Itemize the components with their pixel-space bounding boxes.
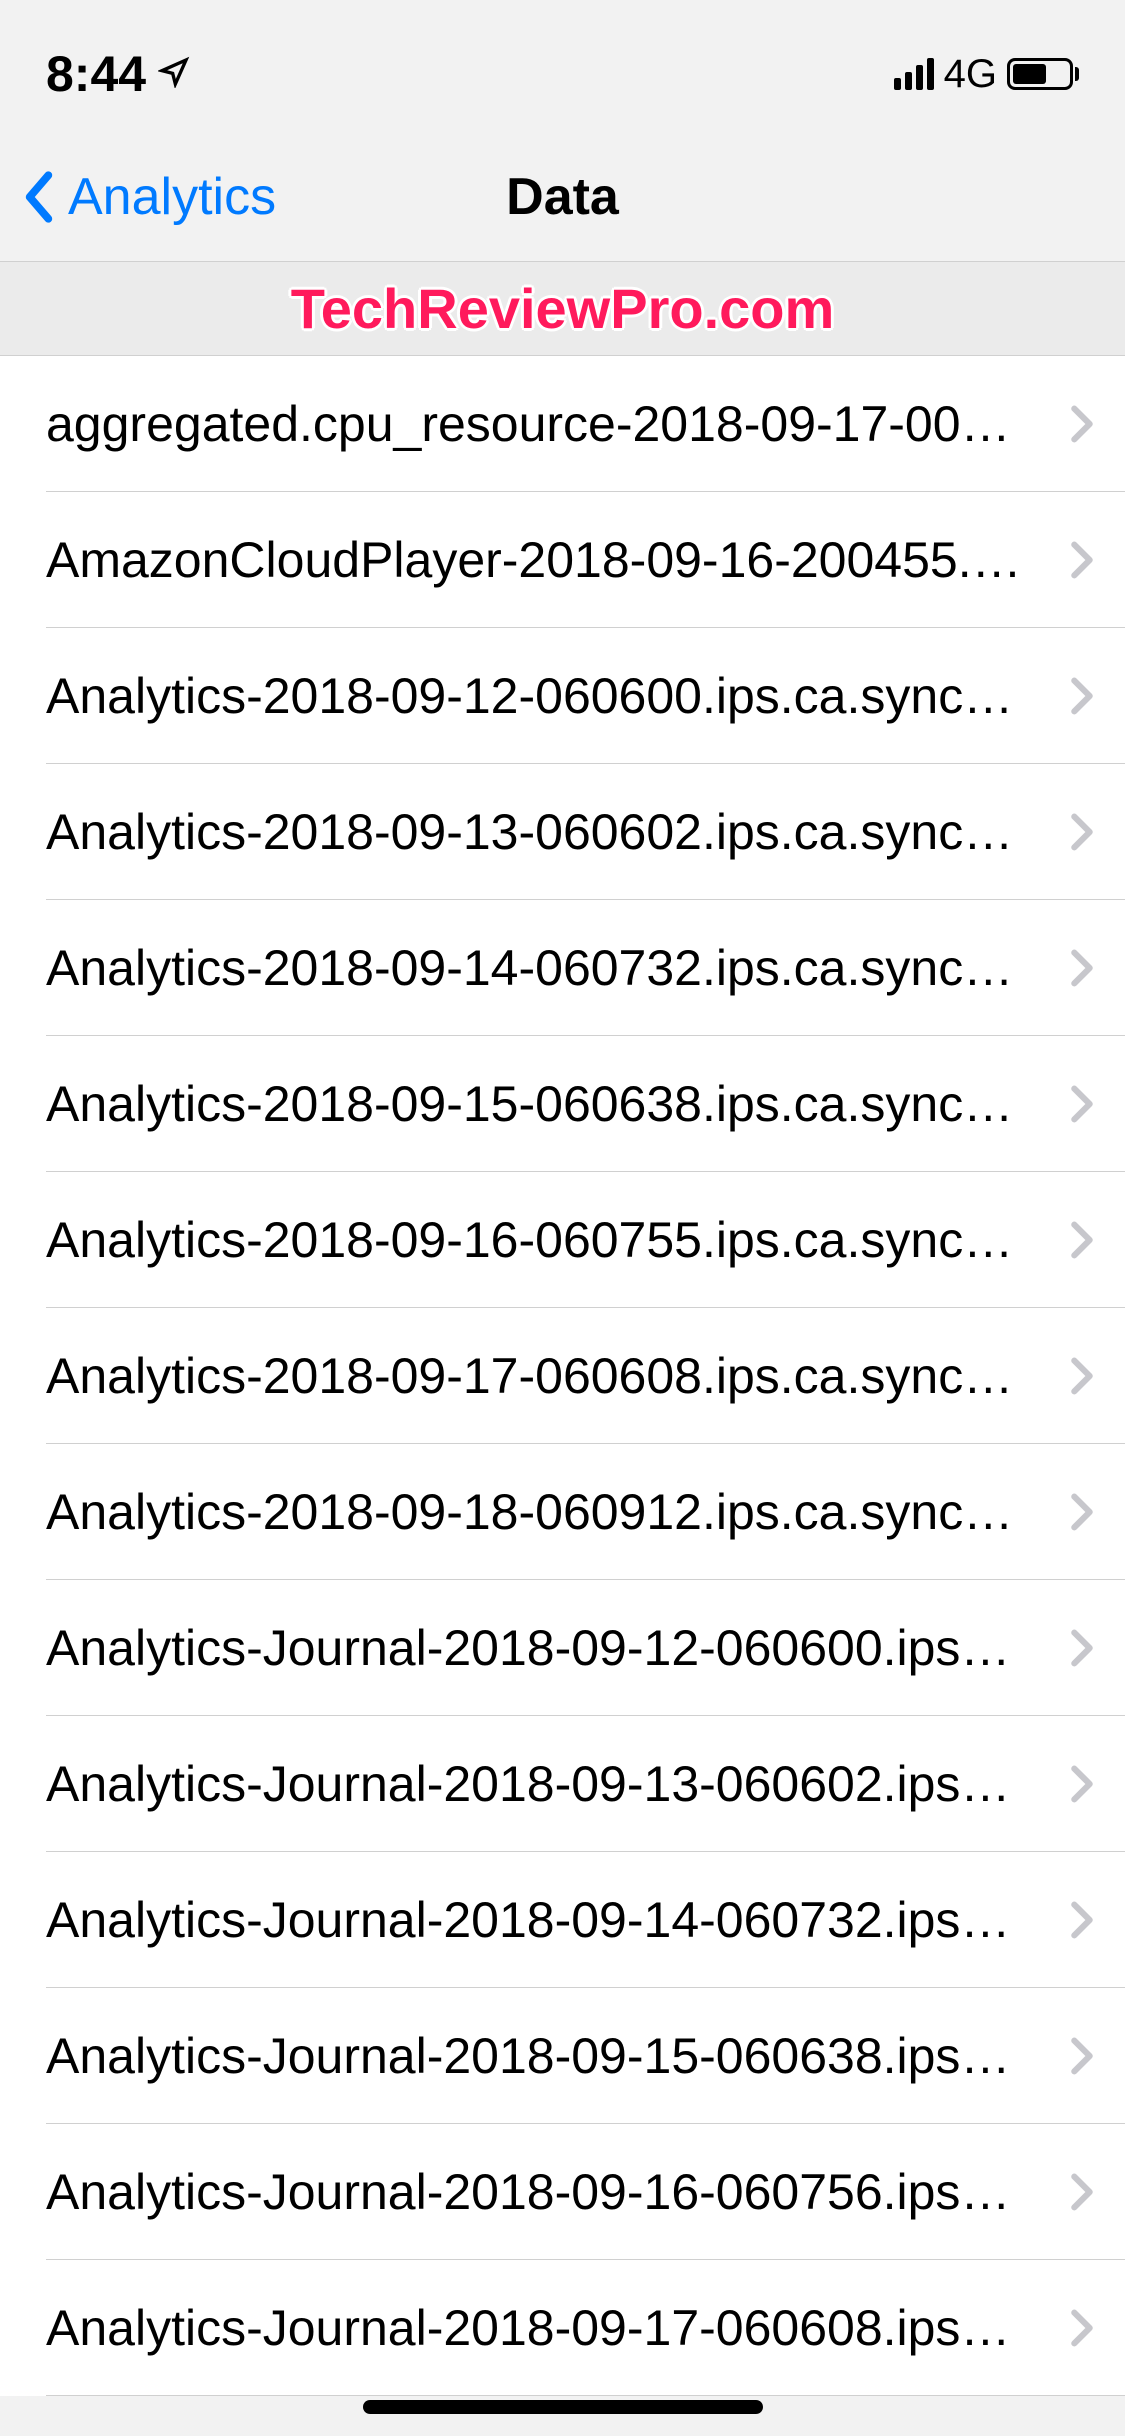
home-indicator[interactable]: [363, 2400, 763, 2414]
chevron-right-icon: [1069, 404, 1095, 444]
list-item-label: Analytics-2018-09-16-060755.ips.ca.sync…: [46, 1211, 1049, 1269]
list-item[interactable]: Analytics-2018-09-13-060602.ips.ca.sync…: [0, 764, 1125, 900]
list-item[interactable]: aggregated.cpu_resource-2018-09-17-00…: [0, 356, 1125, 492]
chevron-right-icon: [1069, 1764, 1095, 1804]
list-item[interactable]: Analytics-2018-09-15-060638.ips.ca.sync…: [0, 1036, 1125, 1172]
list-item-label: Analytics-2018-09-13-060602.ips.ca.sync…: [46, 803, 1049, 861]
list-item-label: Analytics-2018-09-18-060912.ips.ca.sync…: [46, 1483, 1049, 1541]
chevron-right-icon: [1069, 540, 1095, 580]
data-list: aggregated.cpu_resource-2018-09-17-00… A…: [0, 356, 1125, 2396]
list-item[interactable]: Analytics-Journal-2018-09-14-060732.ips…: [0, 1852, 1125, 1988]
list-item-label: Analytics-2018-09-12-060600.ips.ca.sync…: [46, 667, 1049, 725]
battery-icon: [1007, 58, 1079, 90]
list-item[interactable]: Analytics-Journal-2018-09-13-060602.ips…: [0, 1716, 1125, 1852]
network-type: 4G: [944, 52, 997, 97]
list-item-label: aggregated.cpu_resource-2018-09-17-00…: [46, 395, 1049, 453]
chevron-left-icon: [20, 169, 58, 225]
location-icon: [158, 56, 190, 93]
list-item-label: Analytics-2018-09-17-060608.ips.ca.sync…: [46, 1347, 1049, 1405]
chevron-right-icon: [1069, 1356, 1095, 1396]
chevron-right-icon: [1069, 676, 1095, 716]
chevron-right-icon: [1069, 1220, 1095, 1260]
chevron-right-icon: [1069, 1492, 1095, 1532]
status-time: 8:44: [46, 45, 146, 103]
chevron-right-icon: [1069, 2172, 1095, 2212]
chevron-right-icon: [1069, 948, 1095, 988]
list-item-label: Analytics-Journal-2018-09-12-060600.ips…: [46, 1619, 1049, 1677]
chevron-right-icon: [1069, 2308, 1095, 2348]
status-bar: 8:44 4G: [0, 0, 1125, 132]
list-item[interactable]: AmazonCloudPlayer-2018-09-16-200455.…: [0, 492, 1125, 628]
list-item-label: Analytics-Journal-2018-09-14-060732.ips…: [46, 1891, 1049, 1949]
watermark-text: TechReviewPro.com: [291, 276, 835, 341]
status-right: 4G: [894, 52, 1079, 97]
back-button[interactable]: Analytics: [20, 167, 276, 227]
list-item[interactable]: Analytics-2018-09-14-060732.ips.ca.sync…: [0, 900, 1125, 1036]
list-item-label: Analytics-2018-09-15-060638.ips.ca.sync…: [46, 1075, 1049, 1133]
chevron-right-icon: [1069, 1900, 1095, 1940]
list-item[interactable]: Analytics-2018-09-16-060755.ips.ca.sync…: [0, 1172, 1125, 1308]
page-title: Data: [506, 167, 619, 227]
back-label: Analytics: [68, 167, 276, 227]
list-item[interactable]: Analytics-Journal-2018-09-16-060756.ips…: [0, 2124, 1125, 2260]
list-item-label: Analytics-Journal-2018-09-16-060756.ips…: [46, 2163, 1049, 2221]
list-item-label: Analytics-Journal-2018-09-15-060638.ips…: [46, 2027, 1049, 2085]
list-item-label: AmazonCloudPlayer-2018-09-16-200455.…: [46, 531, 1049, 589]
list-item[interactable]: Analytics-2018-09-12-060600.ips.ca.sync…: [0, 628, 1125, 764]
watermark-section: TechReviewPro.com: [0, 262, 1125, 356]
list-item-label: Analytics-2018-09-14-060732.ips.ca.sync…: [46, 939, 1049, 997]
nav-bar: Analytics Data: [0, 132, 1125, 262]
list-item-label: Analytics-Journal-2018-09-13-060602.ips…: [46, 1755, 1049, 1813]
list-item-label: Analytics-Journal-2018-09-17-060608.ips…: [46, 2299, 1049, 2357]
list-item[interactable]: Analytics-Journal-2018-09-15-060638.ips…: [0, 1988, 1125, 2124]
chevron-right-icon: [1069, 1628, 1095, 1668]
signal-icon: [894, 58, 934, 90]
chevron-right-icon: [1069, 1084, 1095, 1124]
chevron-right-icon: [1069, 812, 1095, 852]
list-item[interactable]: Analytics-Journal-2018-09-17-060608.ips…: [0, 2260, 1125, 2396]
chevron-right-icon: [1069, 2036, 1095, 2076]
list-item[interactable]: Analytics-2018-09-18-060912.ips.ca.sync…: [0, 1444, 1125, 1580]
list-item[interactable]: Analytics-2018-09-17-060608.ips.ca.sync…: [0, 1308, 1125, 1444]
list-item[interactable]: Analytics-Journal-2018-09-12-060600.ips…: [0, 1580, 1125, 1716]
status-left: 8:44: [46, 45, 190, 103]
